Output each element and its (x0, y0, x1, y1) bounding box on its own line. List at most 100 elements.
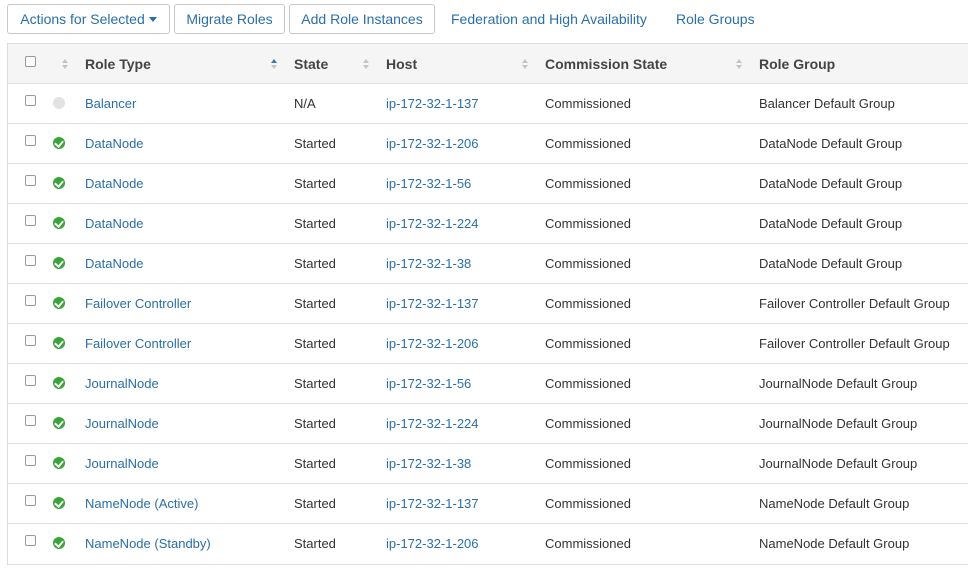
migrate-roles-button[interactable]: Migrate Roles (174, 4, 285, 34)
host-link[interactable]: ip-172-32-1-206 (386, 324, 479, 363)
role-group-value: Failover Controller Default Group (759, 296, 950, 311)
table-row: JournalNode Started ip-172-32-1-38 Commi… (8, 444, 968, 484)
role-type-sort-ascending-icon[interactable] (271, 59, 278, 70)
host-link[interactable]: ip-172-32-1-137 (386, 484, 479, 523)
role-groups-link[interactable]: Role Groups (676, 4, 755, 34)
status-sort-icon[interactable] (62, 59, 69, 70)
role-type-link[interactable]: Balancer (85, 84, 136, 123)
row-checkbox[interactable] (25, 255, 36, 266)
role-type-link[interactable]: JournalNode (85, 444, 159, 483)
role-group-value: JournalNode Default Group (759, 416, 918, 431)
commission-state-value: Commissioned (545, 296, 631, 311)
row-checkbox[interactable] (25, 295, 36, 306)
table-row: Failover Controller Started ip-172-32-1-… (8, 284, 968, 324)
commission-state-value: Commissioned (545, 456, 631, 471)
role-group-value: DataNode Default Group (759, 136, 903, 151)
row-checkbox[interactable] (25, 335, 36, 346)
commission-state-value: Commissioned (545, 336, 631, 351)
role-type-link[interactable]: Failover Controller (85, 284, 191, 323)
status-good-check-icon (53, 137, 65, 149)
role-type-link[interactable]: NameNode (Active) (85, 484, 198, 523)
role-group-value: JournalNode Default Group (759, 456, 918, 471)
commission-state-sort-icon[interactable] (736, 59, 743, 70)
row-checkbox[interactable] (25, 415, 36, 426)
column-header-state[interactable]: State (294, 44, 328, 84)
role-type-link[interactable]: NameNode (Standby) (85, 524, 211, 563)
host-link[interactable]: ip-172-32-1-137 (386, 284, 479, 323)
state-value: Started (294, 416, 336, 431)
role-type-link[interactable]: JournalNode (85, 364, 159, 403)
row-checkbox[interactable] (25, 495, 36, 506)
row-checkbox[interactable] (25, 215, 36, 226)
table-row: Balancer N/A ip-172-32-1-137 Commissione… (8, 84, 968, 124)
host-link[interactable]: ip-172-32-1-38 (386, 244, 471, 283)
role-group-value: NameNode Default Group (759, 536, 910, 551)
role-type-link[interactable]: DataNode (85, 164, 144, 203)
status-good-check-icon (53, 337, 65, 349)
row-checkbox[interactable] (25, 175, 36, 186)
table-header: Role Type State Host Commission State Ro… (8, 44, 968, 84)
role-group-value: Failover Controller Default Group (759, 336, 950, 351)
host-link[interactable]: ip-172-32-1-56 (386, 164, 471, 203)
row-checkbox[interactable] (25, 455, 36, 466)
commission-state-value: Commissioned (545, 376, 631, 391)
state-value: Started (294, 296, 336, 311)
roles-table: Role Type State Host Commission State Ro… (7, 43, 968, 565)
state-value: Started (294, 456, 336, 471)
role-type-link[interactable]: JournalNode (85, 404, 159, 443)
host-link[interactable]: ip-172-32-1-224 (386, 404, 479, 443)
row-checkbox[interactable] (25, 375, 36, 386)
host-link[interactable]: ip-172-32-1-56 (386, 364, 471, 403)
table-row: DataNode Started ip-172-32-1-38 Commissi… (8, 244, 968, 284)
host-link[interactable]: ip-172-32-1-38 (386, 444, 471, 483)
state-value: Started (294, 176, 336, 191)
commission-state-value: Commissioned (545, 176, 631, 191)
role-type-link[interactable]: Failover Controller (85, 324, 191, 363)
host-link[interactable]: ip-172-32-1-206 (386, 524, 479, 563)
state-value: Started (294, 376, 336, 391)
commission-state-value: Commissioned (545, 416, 631, 431)
state-value: Started (294, 256, 336, 271)
column-header-host[interactable]: Host (386, 44, 417, 84)
role-type-link[interactable]: DataNode (85, 244, 144, 283)
federation-ha-link[interactable]: Federation and High Availability (451, 4, 647, 34)
host-link[interactable]: ip-172-32-1-137 (386, 84, 479, 123)
row-checkbox[interactable] (25, 535, 36, 546)
status-good-check-icon (53, 297, 65, 309)
table-row: DataNode Started ip-172-32-1-224 Commiss… (8, 204, 968, 244)
select-all-checkbox[interactable] (25, 56, 36, 67)
commission-state-value: Commissioned (545, 536, 631, 551)
status-good-check-icon (53, 217, 65, 229)
status-good-check-icon (53, 377, 65, 389)
column-header-commission-state[interactable]: Commission State (545, 44, 667, 84)
status-good-check-icon (53, 417, 65, 429)
role-type-link[interactable]: DataNode (85, 204, 144, 243)
state-value: Started (294, 496, 336, 511)
column-header-role-type[interactable]: Role Type (85, 44, 151, 84)
role-type-link[interactable]: DataNode (85, 124, 144, 163)
row-checkbox[interactable] (25, 95, 36, 106)
row-checkbox[interactable] (25, 135, 36, 146)
table-row: JournalNode Started ip-172-32-1-224 Comm… (8, 404, 968, 444)
state-sort-icon[interactable] (363, 59, 370, 70)
add-role-instances-button[interactable]: Add Role Instances (289, 4, 435, 34)
status-good-check-icon (53, 177, 65, 189)
role-group-value: JournalNode Default Group (759, 376, 918, 391)
commission-state-value: Commissioned (545, 136, 631, 151)
host-link[interactable]: ip-172-32-1-224 (386, 204, 479, 243)
actions-for-selected-button[interactable]: Actions for Selected (7, 4, 170, 34)
role-group-value: Balancer Default Group (759, 96, 895, 111)
state-value: Started (294, 336, 336, 351)
column-header-role-group[interactable]: Role Group (759, 44, 835, 84)
table-row: Failover Controller Started ip-172-32-1-… (8, 324, 968, 364)
role-group-value: DataNode Default Group (759, 216, 903, 231)
commission-state-value: Commissioned (545, 496, 631, 511)
actions-for-selected-label: Actions for Selected (20, 11, 145, 27)
commission-state-value: Commissioned (545, 96, 631, 111)
commission-state-value: Commissioned (545, 216, 631, 231)
table-row: DataNode Started ip-172-32-1-206 Commiss… (8, 124, 968, 164)
host-link[interactable]: ip-172-32-1-206 (386, 124, 479, 163)
host-sort-icon[interactable] (522, 59, 529, 70)
state-value: N/A (294, 96, 316, 111)
status-good-check-icon (53, 497, 65, 509)
